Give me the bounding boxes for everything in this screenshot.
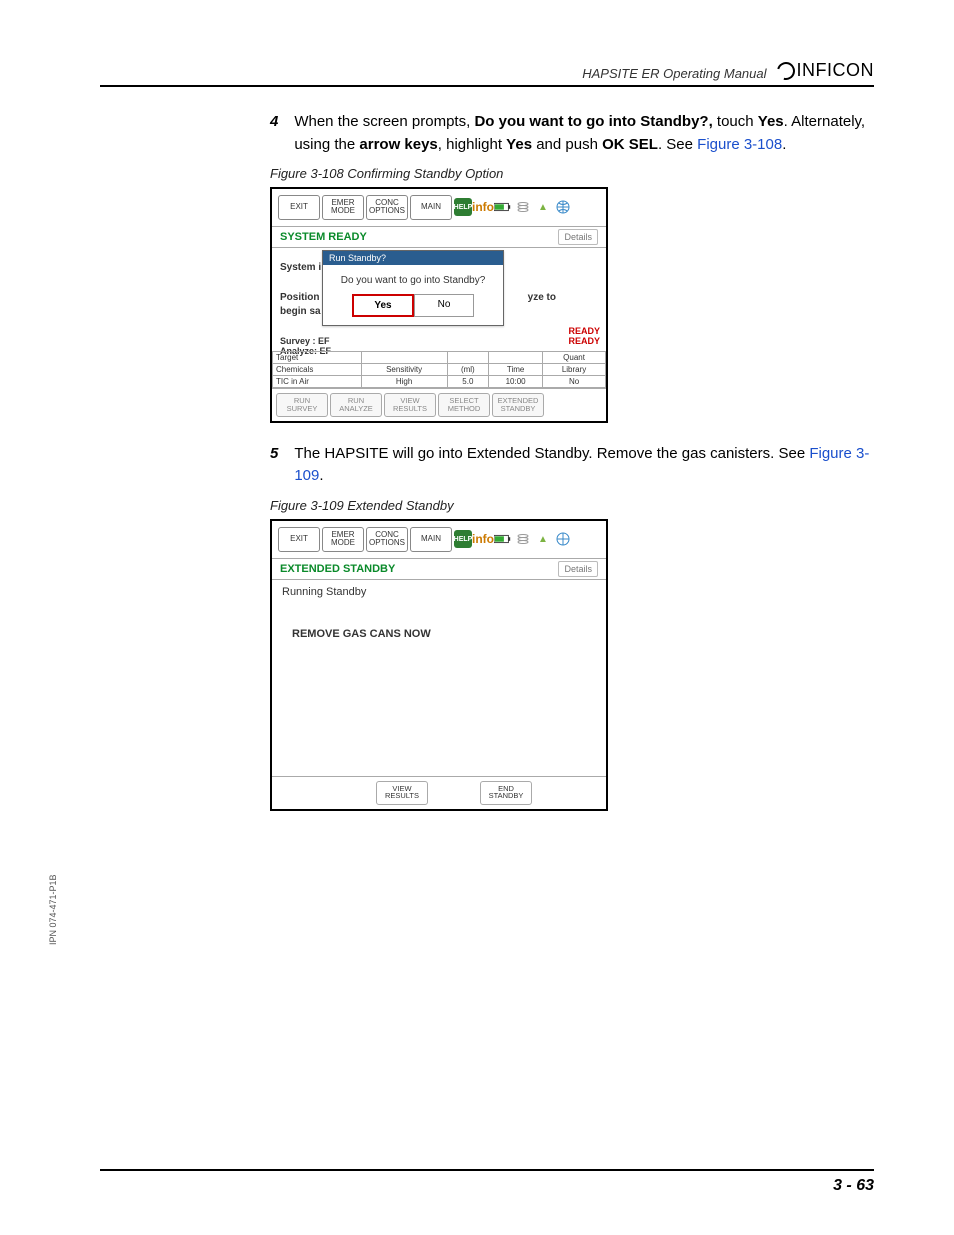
device2-toolbar: EXIT EMERMODE CONCOPTIONS MAIN HELP info…	[272, 521, 606, 558]
device-screenshot-108: EXIT EMERMODE CONCOPTIONS MAIN HELP info…	[270, 187, 608, 423]
bold-text: Yes	[506, 136, 532, 153]
step-4: 4 When the screen prompts, Do you want t…	[270, 111, 874, 156]
row1-chemicals: Chemicals	[273, 363, 362, 375]
details-button[interactable]: Details	[558, 229, 598, 245]
manual-title: HAPSITE ER Operating Manual	[582, 66, 766, 81]
step-5: 5 The HAPSITE will go into Extended Stan…	[270, 443, 874, 488]
ready-1: READY	[568, 326, 600, 336]
exit-button[interactable]: EXIT	[278, 195, 320, 220]
bold-text: arrow keys	[359, 136, 437, 153]
battery-icon-2	[494, 530, 512, 548]
extended-standby-label: EXTENDED STANDBY	[280, 563, 395, 575]
bold-text: Do you want to go into Standby?,	[474, 113, 712, 130]
running-standby-label: Running Standby	[282, 586, 596, 598]
page-header: HAPSITE ER Operating Manual INFICON	[100, 60, 874, 87]
text: . See	[658, 136, 697, 153]
device1-status-row: SYSTEM READY Details	[272, 226, 606, 248]
step-4-number: 4	[270, 111, 278, 156]
bg-system: System i:	[280, 262, 324, 273]
page-number: 3 - 63	[100, 1169, 874, 1195]
lamp-icon-2: ▲	[534, 530, 552, 548]
info-icon[interactable]: info	[474, 198, 492, 216]
text: When the screen prompts,	[294, 113, 474, 130]
conc-options-button-2[interactable]: CONCOPTIONS	[366, 527, 408, 552]
step-5-text: The HAPSITE will go into Extended Standb…	[294, 443, 874, 488]
text: touch	[713, 113, 758, 130]
dialog-prompt: Do you want to go into Standby?	[323, 265, 503, 294]
dialog-title: Run Standby?	[323, 251, 503, 265]
logo-swirl-icon	[773, 58, 798, 83]
main-button[interactable]: MAIN	[410, 195, 452, 220]
dialog-yes-button[interactable]: Yes	[352, 294, 414, 317]
text: .	[782, 136, 786, 153]
conc-options-button[interactable]: CONCOPTIONS	[366, 195, 408, 220]
brand-logo: INFICON	[777, 60, 875, 81]
figure-reference-link[interactable]: Figure 3-108	[697, 136, 782, 153]
bg-survey: Survey : EF	[280, 336, 330, 346]
device1-body: System i: Position begin sa yze to Surve…	[272, 248, 606, 388]
main-button-2[interactable]: MAIN	[410, 527, 452, 552]
brand-text: INFICON	[797, 60, 875, 81]
select-method-button[interactable]: SELECTMETHOD	[438, 393, 490, 417]
system-ready-label: SYSTEM READY	[280, 231, 367, 243]
ipn-side-note: IPN 074-471-P1B	[48, 874, 58, 945]
text: and push	[532, 136, 602, 153]
bold-text: OK SEL	[602, 136, 658, 153]
exit-button-2[interactable]: EXIT	[278, 527, 320, 552]
figure-3-109-caption: Figure 3-109 Extended Standby	[270, 498, 874, 513]
extended-standby-button[interactable]: EXTENDEDSTANDBY	[492, 393, 544, 417]
info-icon-2[interactable]: info	[474, 530, 492, 548]
device2-body: Running Standby REMOVE GAS CANS NOW	[272, 580, 606, 776]
ready-2: READY	[568, 336, 600, 346]
th-quant: Quant	[543, 351, 606, 363]
row2-tic: TIC in Air	[273, 375, 362, 387]
stack-icon-2	[514, 530, 532, 548]
device2-status-row: EXTENDED STANDBY Details	[272, 558, 606, 580]
run-survey-button[interactable]: RUNSURVEY	[276, 393, 328, 417]
help-icon-2[interactable]: HELP	[454, 530, 472, 548]
device1-table: Target Quant Chemicals Sensitivity (ml) …	[272, 351, 606, 388]
text: The HAPSITE will go into Extended Standb…	[294, 445, 809, 462]
battery-icon	[494, 198, 512, 216]
ready-status: READY READY	[568, 326, 600, 346]
bg-begin: begin sa	[280, 306, 321, 317]
view-results-button[interactable]: VIEWRESULTS	[384, 393, 436, 417]
device1-toolbar: EXIT EMERMODE CONCOPTIONS MAIN HELP info…	[272, 189, 606, 226]
stack-icon	[514, 198, 532, 216]
text: , highlight	[438, 136, 506, 153]
network-icon	[554, 198, 572, 216]
figure-3-108-caption: Figure 3-108 Confirming Standby Option	[270, 166, 874, 181]
device2-footer: VIEWRESULTS ENDSTANDBY	[272, 776, 606, 809]
device1-footer: RUNSURVEY RUNANALYZE VIEWRESULTS SELECTM…	[272, 388, 606, 421]
step-4-text: When the screen prompts, Do you want to …	[294, 111, 874, 156]
standby-dialog: Run Standby? Do you want to go into Stan…	[322, 250, 504, 326]
end-standby-button[interactable]: ENDSTANDBY	[480, 781, 532, 805]
emer-mode-button-2[interactable]: EMERMODE	[322, 527, 364, 552]
remove-gas-cans-label: REMOVE GAS CANS NOW	[292, 628, 596, 640]
help-icon[interactable]: HELP	[454, 198, 472, 216]
text: .	[319, 467, 323, 484]
lamp-icon: ▲	[534, 198, 552, 216]
th-target: Target	[273, 351, 362, 363]
bg-yze: yze to	[528, 292, 556, 303]
bold-text: Yes	[758, 113, 784, 130]
run-analyze-button[interactable]: RUNANALYZE	[330, 393, 382, 417]
dialog-no-button[interactable]: No	[414, 294, 474, 317]
network-icon-2	[554, 530, 572, 548]
emer-mode-button[interactable]: EMERMODE	[322, 195, 364, 220]
device-screenshot-109: EXIT EMERMODE CONCOPTIONS MAIN HELP info…	[270, 519, 608, 811]
view-results-button-2[interactable]: VIEWRESULTS	[376, 781, 428, 805]
details-button-2[interactable]: Details	[558, 561, 598, 577]
step-5-number: 5	[270, 443, 278, 488]
bg-position: Position	[280, 292, 319, 303]
